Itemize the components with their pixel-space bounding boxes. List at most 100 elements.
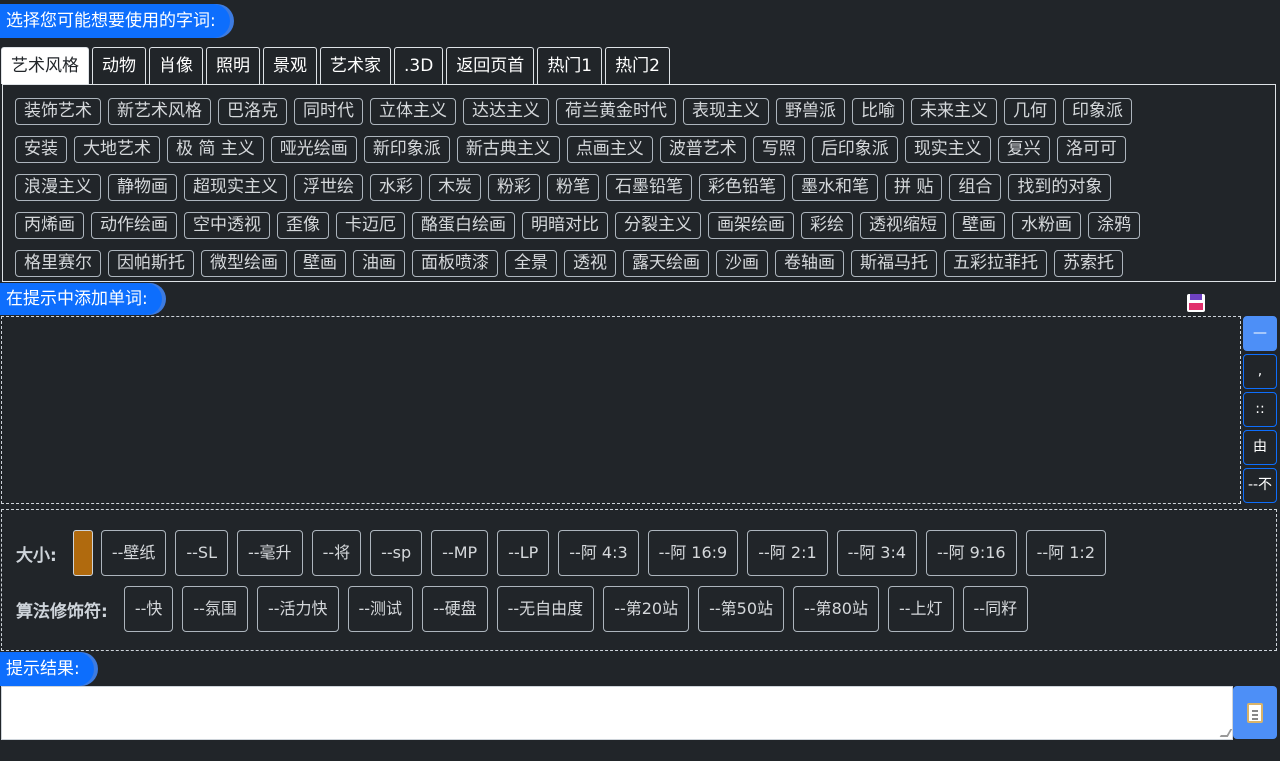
word-button[interactable]: 水彩 — [370, 174, 422, 201]
separator-button-0[interactable]: — — [1243, 316, 1277, 351]
word-button[interactable]: 透视缩短 — [860, 212, 946, 239]
word-button[interactable]: 极 简 主义 — [167, 136, 264, 163]
word-button[interactable]: 浮世绘 — [294, 174, 363, 201]
word-button[interactable]: 彩色铅笔 — [699, 174, 785, 201]
tab-4[interactable]: 景观 — [263, 47, 317, 84]
word-button[interactable]: 苏索托 — [1054, 250, 1123, 277]
word-button[interactable]: 未来主义 — [911, 98, 997, 125]
size-option-button[interactable]: --毫升 — [237, 530, 303, 576]
separator-button-4[interactable]: --不 — [1243, 468, 1277, 503]
word-button[interactable]: 壁画 — [953, 212, 1005, 239]
tab-2[interactable]: 肖像 — [149, 47, 203, 84]
algo-option-button[interactable]: --无自由度 — [496, 586, 595, 632]
word-button[interactable]: 粉彩 — [488, 174, 540, 201]
size-option-button[interactable]: --阿 3:4 — [836, 530, 918, 576]
word-button[interactable]: 卷轴画 — [775, 250, 844, 277]
size-color-swatch[interactable] — [72, 530, 93, 576]
tab-3[interactable]: 照明 — [206, 47, 260, 84]
word-button[interactable]: 涂鸦 — [1088, 212, 1140, 239]
word-button[interactable]: 新古典主义 — [456, 136, 560, 163]
word-button[interactable]: 超现实主义 — [184, 174, 287, 201]
word-button[interactable]: 表现主义 — [683, 98, 769, 125]
size-option-button[interactable]: --阿 16:9 — [647, 530, 739, 576]
word-button[interactable]: 组合 — [949, 174, 1002, 201]
word-button[interactable]: 丙烯画 — [15, 212, 84, 239]
word-button[interactable]: 彩绘 — [801, 212, 853, 239]
algo-option-button[interactable]: --快 — [123, 586, 174, 632]
word-button[interactable]: 动作绘画 — [91, 212, 177, 239]
resize-handle[interactable] — [1219, 729, 1233, 737]
word-button[interactable]: 明暗对比 — [522, 212, 608, 239]
word-button[interactable]: 几何 — [1004, 98, 1056, 125]
word-button[interactable]: 斯福马托 — [851, 250, 937, 277]
word-button[interactable]: 大地艺术 — [74, 136, 160, 163]
algo-option-button[interactable]: --活力快 — [256, 586, 339, 632]
word-button[interactable]: 五彩拉菲托 — [944, 250, 1047, 277]
word-button[interactable]: 粉笔 — [547, 174, 599, 201]
copy-button[interactable] — [1233, 686, 1277, 739]
algo-option-button[interactable]: --上灯 — [887, 586, 954, 632]
word-button[interactable]: 全景 — [505, 250, 557, 277]
word-button[interactable]: 浪漫主义 — [15, 174, 101, 201]
word-button[interactable]: 达达主义 — [463, 98, 549, 125]
word-button[interactable]: 哑光绘画 — [270, 136, 357, 163]
word-button[interactable]: 画架绘画 — [708, 212, 794, 239]
algo-option-button[interactable]: --硬盘 — [422, 586, 488, 632]
word-button[interactable]: 酪蛋白绘画 — [412, 212, 515, 239]
size-option-button[interactable]: --SL — [175, 530, 228, 576]
separator-button-2[interactable]: :: — [1243, 392, 1277, 427]
size-option-button[interactable]: --阿 2:1 — [747, 530, 828, 576]
size-option-button[interactable]: --壁纸 — [100, 530, 167, 576]
word-button[interactable]: 安装 — [15, 136, 67, 163]
algo-option-button[interactable]: --第20站 — [603, 586, 690, 632]
word-button[interactable]: 找到的对象 — [1008, 174, 1112, 201]
word-button[interactable]: 因帕斯托 — [108, 250, 194, 277]
separator-button-3[interactable]: 由 — [1243, 430, 1277, 465]
word-button[interactable]: 歪像 — [277, 212, 329, 239]
word-button[interactable]: 野兽派 — [776, 98, 845, 125]
size-option-button[interactable]: --sp — [370, 530, 423, 576]
algo-option-button[interactable]: --同籽 — [962, 586, 1029, 632]
word-button[interactable]: 水粉画 — [1012, 212, 1081, 239]
word-button[interactable]: 卡迈厄 — [336, 212, 405, 239]
algo-option-button[interactable]: --测试 — [347, 586, 414, 632]
word-button[interactable]: 点画主义 — [566, 136, 653, 163]
tab-1[interactable]: 动物 — [92, 47, 146, 84]
word-button[interactable]: 印象派 — [1063, 98, 1132, 125]
word-button[interactable]: 写照 — [752, 136, 805, 163]
word-button[interactable]: 石墨铅笔 — [606, 174, 692, 201]
tab-9[interactable]: 热门2 — [605, 47, 670, 84]
size-option-button[interactable]: --MP — [431, 530, 489, 576]
size-option-button[interactable]: --LP — [497, 530, 550, 576]
word-button[interactable]: 巴洛克 — [218, 98, 287, 125]
tab-5[interactable]: 艺术家 — [320, 47, 391, 84]
word-button[interactable]: 沙画 — [716, 250, 768, 277]
floppy-disk-icon[interactable] — [1187, 294, 1205, 312]
word-button[interactable]: 面板喷漆 — [412, 250, 498, 277]
algo-option-button[interactable]: --氛围 — [182, 586, 248, 632]
word-button[interactable]: 现实主义 — [904, 136, 991, 163]
size-option-button[interactable]: --阿 1:2 — [1025, 530, 1106, 576]
algo-option-button[interactable]: --第50站 — [698, 586, 785, 632]
size-option-button[interactable]: --阿 9:16 — [926, 530, 1017, 576]
word-button[interactable]: 新艺术风格 — [108, 98, 211, 125]
word-button[interactable]: 露天绘画 — [623, 250, 709, 277]
word-button[interactable]: 微型绘画 — [201, 250, 287, 277]
word-button[interactable]: 格里赛尔 — [15, 250, 101, 277]
word-button[interactable]: 新印象派 — [363, 136, 450, 163]
size-option-button[interactable]: --将 — [311, 530, 362, 576]
word-button[interactable]: 立体主义 — [370, 98, 456, 125]
tab-6[interactable]: .3D — [394, 47, 444, 84]
word-button[interactable]: 同时代 — [294, 98, 363, 125]
tab-0[interactable]: 艺术风格 — [1, 47, 89, 84]
word-button[interactable]: 木炭 — [429, 174, 481, 201]
word-button[interactable]: 油画 — [353, 250, 405, 277]
word-button[interactable]: 洛可可 — [1056, 136, 1126, 163]
word-button[interactable]: 后印象派 — [811, 136, 898, 163]
tab-8[interactable]: 热门1 — [537, 47, 603, 84]
word-button[interactable]: 波普艺术 — [659, 136, 746, 163]
word-button[interactable]: 比喻 — [852, 98, 904, 125]
word-button[interactable]: 装饰艺术 — [15, 98, 101, 125]
word-button[interactable]: 空中透视 — [184, 212, 270, 239]
separator-button-1[interactable]: , — [1243, 354, 1277, 389]
